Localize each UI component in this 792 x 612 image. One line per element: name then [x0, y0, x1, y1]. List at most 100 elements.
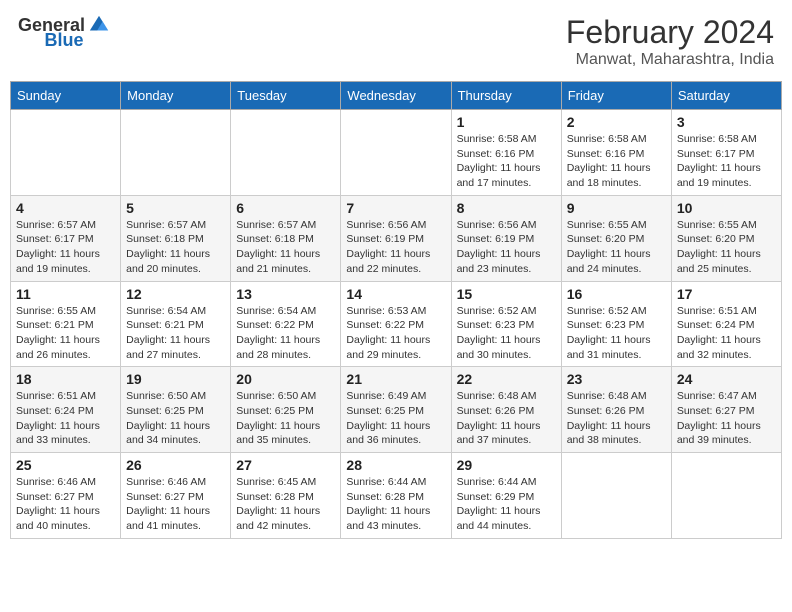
calendar-cell: 11 Sunrise: 6:55 AMSunset: 6:21 PMDayligh…: [11, 281, 121, 367]
title-block: February 2024 Manwat, Maharashtra, India: [566, 14, 774, 69]
calendar-cell: [671, 453, 781, 539]
calendar-cell: 13 Sunrise: 6:54 AMSunset: 6:22 PMDayligh…: [231, 281, 341, 367]
day-number: 26: [126, 457, 225, 473]
calendar-cell: [231, 110, 341, 196]
calendar-week-row: 1 Sunrise: 6:58 AMSunset: 6:16 PMDaylight…: [11, 110, 782, 196]
day-number: 22: [457, 371, 556, 387]
day-info: Sunrise: 6:50 AMSunset: 6:25 PMDaylight:…: [236, 389, 335, 448]
calendar-cell: 15Sunrise: 6:52 AMSunset: 6:23 PMDayligh…: [451, 281, 561, 367]
calendar-cell: 22 Sunrise: 6:48 AMSunset: 6:26 PMDayligh…: [451, 367, 561, 453]
day-number: 16: [567, 286, 666, 302]
calendar-cell: 26 Sunrise: 6:46 AMSunset: 6:27 PMDayligh…: [121, 453, 231, 539]
day-number: 11: [16, 286, 115, 302]
calendar-cell: [561, 453, 671, 539]
calendar-week-row: 25 Sunrise: 6:46 AMSunset: 6:27 PMDayligh…: [11, 453, 782, 539]
day-info: Sunrise: 6:47 AMSunset: 6:27 PMDaylight:…: [677, 389, 776, 448]
day-info: Sunrise: 6:48 AMSunset: 6:26 PMDaylight:…: [567, 389, 666, 448]
day-info: Sunrise: 6:57 AMSunset: 6:17 PMDaylight:…: [16, 218, 115, 277]
logo-icon: [88, 14, 110, 36]
calendar-cell: 25 Sunrise: 6:46 AMSunset: 6:27 PMDayligh…: [11, 453, 121, 539]
calendar-cell: 23Sunrise: 6:48 AMSunset: 6:26 PMDayligh…: [561, 367, 671, 453]
calendar-table: Sunday Monday Tuesday Wednesday Thursday…: [10, 81, 782, 539]
day-info: Sunrise: 6:54 AMSunset: 6:22 PMDaylight:…: [236, 304, 335, 363]
calendar-header-row: Sunday Monday Tuesday Wednesday Thursday…: [11, 82, 782, 110]
page-header: General Blue February 2024 Manwat, Mahar…: [10, 10, 782, 73]
calendar-cell: 20 Sunrise: 6:50 AMSunset: 6:25 PMDayligh…: [231, 367, 341, 453]
day-number: 28: [346, 457, 445, 473]
day-number: 24: [677, 371, 776, 387]
logo-blue-text: Blue: [45, 30, 84, 51]
col-tuesday: Tuesday: [231, 82, 341, 110]
day-number: 1: [457, 114, 556, 130]
day-number: 8: [457, 200, 556, 216]
day-info: Sunrise: 6:55 AMSunset: 6:20 PMDaylight:…: [567, 218, 666, 277]
day-info: Sunrise: 6:53 AMSunset: 6:22 PMDaylight:…: [346, 304, 445, 363]
calendar-cell: 3 Sunrise: 6:58 AMSunset: 6:17 PMDaylight…: [671, 110, 781, 196]
day-info: Sunrise: 6:51 AMSunset: 6:24 PMDaylight:…: [677, 304, 776, 363]
day-info: Sunrise: 6:50 AMSunset: 6:25 PMDaylight:…: [126, 389, 225, 448]
calendar-cell: 6 Sunrise: 6:57 AMSunset: 6:18 PMDaylight…: [231, 195, 341, 281]
col-monday: Monday: [121, 82, 231, 110]
calendar-week-row: 4 Sunrise: 6:57 AMSunset: 6:17 PMDaylight…: [11, 195, 782, 281]
day-number: 4: [16, 200, 115, 216]
day-number: 9: [567, 200, 666, 216]
calendar-cell: 19 Sunrise: 6:50 AMSunset: 6:25 PMDayligh…: [121, 367, 231, 453]
location-subtitle: Manwat, Maharashtra, India: [566, 51, 774, 69]
day-number: 12: [126, 286, 225, 302]
col-saturday: Saturday: [671, 82, 781, 110]
day-number: 21: [346, 371, 445, 387]
calendar-cell: 18Sunrise: 6:51 AMSunset: 6:24 PMDayligh…: [11, 367, 121, 453]
day-number: 27: [236, 457, 335, 473]
day-number: 14: [346, 286, 445, 302]
day-info: Sunrise: 6:55 AMSunset: 6:20 PMDaylight:…: [677, 218, 776, 277]
day-number: 10: [677, 200, 776, 216]
day-info: Sunrise: 6:54 AMSunset: 6:21 PMDaylight:…: [126, 304, 225, 363]
day-number: 13: [236, 286, 335, 302]
day-number: 19: [126, 371, 225, 387]
calendar-cell: 5Sunrise: 6:57 AMSunset: 6:18 PMDaylight…: [121, 195, 231, 281]
calendar-cell: 21Sunrise: 6:49 AMSunset: 6:25 PMDayligh…: [341, 367, 451, 453]
day-info: Sunrise: 6:55 AMSunset: 6:21 PMDaylight:…: [16, 304, 115, 363]
day-info: Sunrise: 6:46 AMSunset: 6:27 PMDaylight:…: [126, 475, 225, 534]
day-info: Sunrise: 6:48 AMSunset: 6:26 PMDaylight:…: [457, 389, 556, 448]
calendar-cell: 24 Sunrise: 6:47 AMSunset: 6:27 PMDayligh…: [671, 367, 781, 453]
day-info: Sunrise: 6:56 AMSunset: 6:19 PMDaylight:…: [457, 218, 556, 277]
day-number: 6: [236, 200, 335, 216]
day-number: 20: [236, 371, 335, 387]
day-info: Sunrise: 6:57 AMSunset: 6:18 PMDaylight:…: [126, 218, 225, 277]
day-number: 2: [567, 114, 666, 130]
calendar-cell: 27 Sunrise: 6:45 AMSunset: 6:28 PMDayligh…: [231, 453, 341, 539]
day-info: Sunrise: 6:45 AMSunset: 6:28 PMDaylight:…: [236, 475, 335, 534]
day-number: 3: [677, 114, 776, 130]
day-info: Sunrise: 6:44 AMSunset: 6:28 PMDaylight:…: [346, 475, 445, 534]
calendar-cell: 16 Sunrise: 6:52 AMSunset: 6:23 PMDayligh…: [561, 281, 671, 367]
month-year-title: February 2024: [566, 14, 774, 51]
day-info: Sunrise: 6:44 AMSunset: 6:29 PMDaylight:…: [457, 475, 556, 534]
col-sunday: Sunday: [11, 82, 121, 110]
day-info: Sunrise: 6:58 AMSunset: 6:17 PMDaylight:…: [677, 132, 776, 191]
logo: General Blue: [18, 14, 110, 51]
calendar-cell: 9 Sunrise: 6:55 AMSunset: 6:20 PMDaylight…: [561, 195, 671, 281]
calendar-cell: 17Sunrise: 6:51 AMSunset: 6:24 PMDayligh…: [671, 281, 781, 367]
day-number: 29: [457, 457, 556, 473]
col-wednesday: Wednesday: [341, 82, 451, 110]
day-info: Sunrise: 6:51 AMSunset: 6:24 PMDaylight:…: [16, 389, 115, 448]
day-number: 25: [16, 457, 115, 473]
calendar-cell: 29 Sunrise: 6:44 AMSunset: 6:29 PMDayligh…: [451, 453, 561, 539]
calendar-cell: 28 Sunrise: 6:44 AMSunset: 6:28 PMDayligh…: [341, 453, 451, 539]
calendar-cell: 14 Sunrise: 6:53 AMSunset: 6:22 PMDayligh…: [341, 281, 451, 367]
calendar-cell: 4 Sunrise: 6:57 AMSunset: 6:17 PMDaylight…: [11, 195, 121, 281]
calendar-cell: 8 Sunrise: 6:56 AMSunset: 6:19 PMDaylight…: [451, 195, 561, 281]
calendar-cell: [11, 110, 121, 196]
calendar-cell: 10 Sunrise: 6:55 AMSunset: 6:20 PMDayligh…: [671, 195, 781, 281]
day-info: Sunrise: 6:57 AMSunset: 6:18 PMDaylight:…: [236, 218, 335, 277]
day-info: Sunrise: 6:56 AMSunset: 6:19 PMDaylight:…: [346, 218, 445, 277]
calendar-week-row: 18Sunrise: 6:51 AMSunset: 6:24 PMDayligh…: [11, 367, 782, 453]
calendar-week-row: 11 Sunrise: 6:55 AMSunset: 6:21 PMDayligh…: [11, 281, 782, 367]
calendar-cell: [121, 110, 231, 196]
day-info: Sunrise: 6:58 AMSunset: 6:16 PMDaylight:…: [567, 132, 666, 191]
day-number: 15: [457, 286, 556, 302]
day-info: Sunrise: 6:52 AMSunset: 6:23 PMDaylight:…: [567, 304, 666, 363]
day-info: Sunrise: 6:46 AMSunset: 6:27 PMDaylight:…: [16, 475, 115, 534]
calendar-cell: 12 Sunrise: 6:54 AMSunset: 6:21 PMDayligh…: [121, 281, 231, 367]
